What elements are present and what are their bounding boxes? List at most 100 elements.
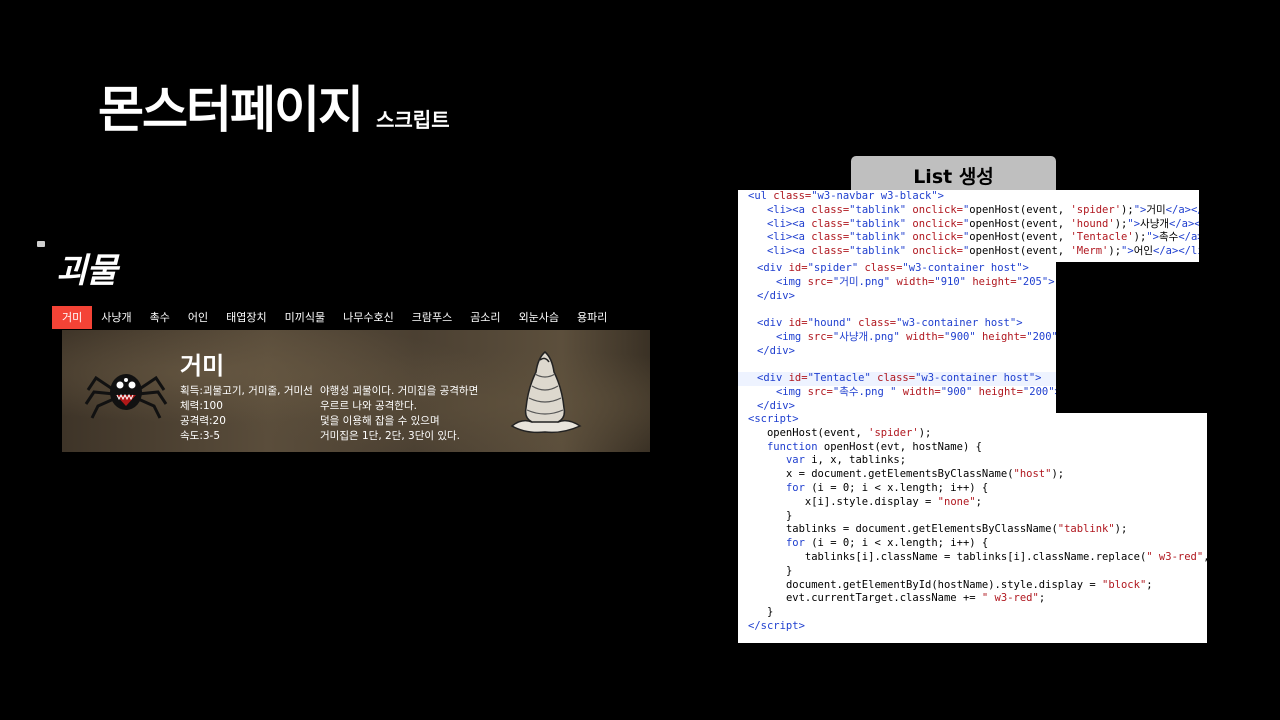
- code-token: x = document.getElementsByClassName(: [785, 468, 1014, 481]
- code-token: "hound": [807, 317, 859, 330]
- code-token: class=: [877, 372, 916, 385]
- code-token: <img: [775, 330, 808, 343]
- code-line: </div>: [738, 345, 1056, 359]
- desc-line: 야행성 괴물이다. 거미집을 공격하면: [320, 385, 479, 397]
- code-line: }: [738, 565, 1207, 579]
- code-token: width=: [902, 386, 941, 399]
- code-token: ;: [1038, 592, 1046, 605]
- code-token: var: [785, 454, 812, 467]
- code-token: ">: [1133, 203, 1147, 216]
- stat-line: 체력:100: [180, 400, 223, 412]
- code-token: >: [937, 190, 944, 202]
- desc-line: 덫을 이용해 잡을 수 있으며: [320, 415, 440, 427]
- code-token: ">: [1127, 217, 1141, 230]
- code-token: </div>: [757, 289, 795, 302]
- code-line: tablinks = document.getElementsByClassNa…: [738, 523, 1207, 537]
- code-token: >: [1022, 262, 1029, 274]
- tab-7[interactable]: 크람푸스: [403, 306, 461, 329]
- code-token: (i = 0; i < x.length; i++) {: [811, 481, 989, 494]
- tab-4[interactable]: 태엽장치: [217, 306, 275, 329]
- tab-9[interactable]: 외눈사슴: [510, 306, 568, 329]
- code-token: "spider": [807, 262, 865, 274]
- tab-3[interactable]: 어인: [179, 306, 217, 329]
- code-token: <div: [757, 262, 789, 274]
- code-token: </a></li>: [1153, 245, 1199, 258]
- code-line: <img src="사냥개.png" width="900" height="2…: [738, 331, 1056, 345]
- site-logo: 괴물: [56, 251, 118, 291]
- code-token: <script>: [748, 413, 799, 425]
- code-token: for: [785, 537, 812, 550]
- monster-banner: 거미 획득:괴물고기, 거미줄, 거미선 체력:100 공격력:20 속도:3-…: [62, 330, 650, 452]
- code-token: </scr: [748, 619, 780, 632]
- code-token: <li><a: [766, 217, 812, 230]
- code-token: "w3-container host": [915, 372, 1036, 385]
- code-token: >: [1048, 275, 1055, 288]
- tab-8[interactable]: 곰소리: [461, 306, 509, 329]
- slide-title: 몬스터페이지 스크립트: [98, 70, 450, 142]
- code-line: <li><a class="tablink" onclick="openHost…: [738, 245, 1199, 259]
- code-token: </div>: [757, 399, 795, 412]
- code-token: "205": [1016, 275, 1049, 288]
- code-line: <li><a class="tablink" onclick="openHost…: [738, 218, 1199, 232]
- code-token: }: [785, 509, 793, 522]
- code-line: document.getElementById(hostName).style.…: [738, 579, 1207, 593]
- slide-title-main: 몬스터페이지: [98, 81, 364, 139]
- code-token: "900": [940, 386, 979, 399]
- code-token: src=: [807, 330, 833, 343]
- code-navbar-list: <ul class="w3-navbar w3-black"> <li><a c…: [738, 190, 1199, 262]
- tab-6[interactable]: 나무수호신: [334, 306, 403, 329]
- tab-1[interactable]: 사냥개: [92, 306, 140, 329]
- code-token: height=: [972, 275, 1017, 288]
- code-line: </div>: [738, 290, 1056, 304]
- tab-10[interactable]: 용파리: [568, 306, 616, 329]
- code-token: class=: [773, 190, 812, 202]
- code-token: }: [766, 606, 774, 619]
- code-line: <div id="hound" class="w3-container host…: [738, 317, 1056, 331]
- code-line: x[i].style.display = "none";: [738, 496, 1207, 510]
- code-token: <ul: [748, 190, 774, 202]
- tab-5[interactable]: 미끼식물: [276, 306, 334, 329]
- code-token: ">: [1121, 245, 1134, 258]
- code-token: "host": [1013, 468, 1052, 481]
- code-line: <li><a class="tablink" onclick="openHost…: [738, 231, 1199, 245]
- code-line: for (i = 0; i < x.length; i++) {: [738, 482, 1207, 496]
- code-token: onclick=: [912, 217, 963, 230]
- code-token: <li><a: [766, 231, 812, 244]
- code-token: <li><a: [766, 245, 812, 258]
- desc-line: 거미집은 1단, 2단, 3단이 있다.: [320, 430, 461, 442]
- code-token: ">: [1146, 231, 1159, 244]
- code-token: "900": [944, 330, 982, 343]
- tab-2[interactable]: 촉수: [141, 306, 179, 329]
- code-token: 촉수: [1158, 231, 1179, 244]
- code-token: </div>: [757, 344, 795, 357]
- code-token: for: [785, 481, 812, 494]
- code-token: " w3-red": [981, 592, 1039, 605]
- tab-0[interactable]: 거미: [52, 306, 93, 329]
- code-token: "200": [1026, 330, 1056, 343]
- code-token: class=: [864, 262, 903, 274]
- code-token: 어인: [1133, 245, 1154, 258]
- code-token: "w3-container host": [896, 317, 1017, 330]
- code-token: "200": [1022, 386, 1055, 399]
- code-line: <div id="spider" class="w3-container hos…: [738, 262, 1056, 276]
- code-token: openHost(event,: [969, 203, 1071, 216]
- code-token: >: [1016, 317, 1023, 330]
- code-token: "tablink": [849, 245, 913, 258]
- stat-line: 획득:괴물고기, 거미줄, 거미선: [180, 385, 313, 397]
- monster-description: 야행성 괴물이다. 거미집을 공격하면 우르르 나와 공격한다. 덫을 이용해 …: [320, 384, 478, 444]
- code-line: function openHost(evt, hostName) {: [738, 441, 1207, 455]
- code-token: "tablink": [849, 231, 913, 244]
- code-token: >: [1035, 372, 1042, 385]
